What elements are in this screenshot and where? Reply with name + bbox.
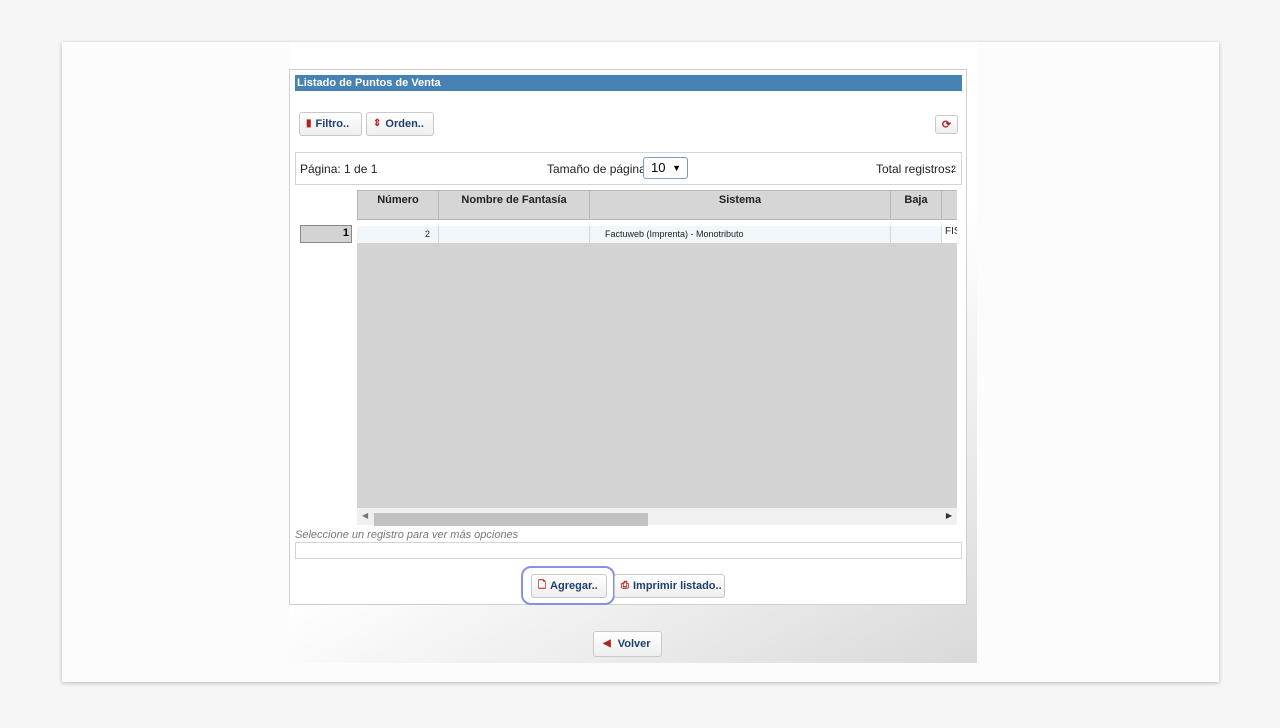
printer-icon: ⎙ [621,580,629,591]
selection-hint: Seleccione un registro para ver más opci… [295,529,519,541]
refresh-icon: ⟳ [941,118,952,131]
filter-button-label: Filtro.. [315,118,350,130]
grid-empty-area [357,243,957,508]
cell-extra: FIS [942,226,957,243]
page-indicator: Página: 1 de 1 [300,162,378,176]
chevron-down-icon: ▼ [672,163,681,173]
cell-nombre [439,226,590,243]
column-header-extra[interactable] [942,190,957,220]
column-header-baja[interactable]: Baja [891,190,942,220]
refresh-button[interactable]: ⟳ [935,115,958,134]
page-size-value: 10 [651,160,666,175]
print-list-button[interactable]: ⎙ Imprimir listado.. [614,574,725,598]
add-button[interactable]: 🗋 Agregar.. [531,574,607,598]
scrollbar-thumb[interactable] [374,513,648,526]
total-records-value: 2 [951,164,957,174]
scroll-left-icon[interactable]: ◀ [362,511,368,520]
column-header-nombre[interactable]: Nombre de Fantasía [439,190,590,220]
back-button-label: Volver [617,638,651,650]
order-button-label: Orden.. [385,118,424,130]
add-button-label: Agregar.. [550,580,598,592]
options-box [295,542,962,559]
page-size-select[interactable]: 10 ▼ [643,157,688,179]
new-document-icon: 🗋 [538,580,547,591]
panel-title: Listado de Puntos de Venta [295,75,962,91]
column-header-numero[interactable]: Número [357,190,439,220]
filter-button[interactable]: ▮ Filtro.. [299,112,362,136]
pager: Página: 1 de 1 Tamaño de página: Total r… [295,152,962,185]
row-index[interactable]: 1 [300,225,352,243]
order-button[interactable]: ⇕ Orden.. [366,112,434,136]
cell-baja [891,226,942,243]
cell-numero: 2 [357,226,439,243]
sort-icon: ⇕ [373,118,382,129]
page-size-label: Tamaño de página: [547,162,650,176]
table-row[interactable]: 2 Factuweb (Imprenta) - Monotributo FIS [357,226,957,243]
arrow-left-icon: ◀ [603,638,611,649]
grid-header: Número Nombre de Fantasía Sistema Baja [357,190,957,220]
back-button[interactable]: ◀ Volver [593,631,662,657]
total-records-label: Total registros: [876,162,955,176]
filter-icon: ▮ [306,118,312,129]
horizontal-scrollbar[interactable]: ◀ ▶ [357,508,957,526]
print-list-button-label: Imprimir listado.. [633,580,722,592]
cell-sistema: Factuweb (Imprenta) - Monotributo [590,226,891,243]
column-header-sistema[interactable]: Sistema [590,190,891,220]
scroll-right-icon[interactable]: ▶ [946,511,952,520]
